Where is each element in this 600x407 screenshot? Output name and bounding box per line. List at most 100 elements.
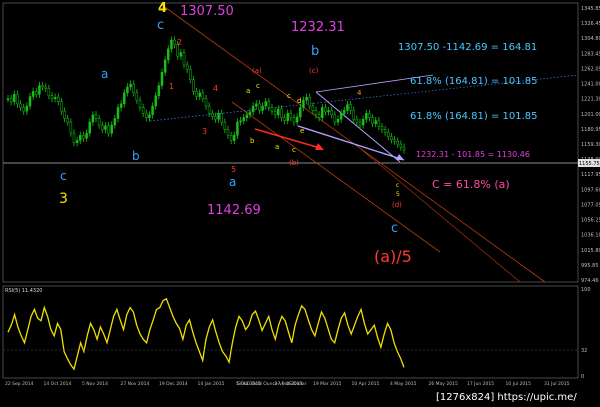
price-candle-body <box>35 91 38 95</box>
wave-label-a-left: a <box>101 67 108 81</box>
price-candle-body <box>292 117 296 123</box>
date-axis-tick: 31 Jul 2015 <box>544 381 570 387</box>
chart-background <box>0 0 600 407</box>
price-candle-body <box>38 85 41 95</box>
date-axis-tick: 5 Nov 2014 <box>82 381 108 387</box>
price-candle-body <box>339 113 343 120</box>
price-candle-body <box>374 120 377 124</box>
price-candle-body <box>25 105 29 112</box>
date-axis-tick: 10 Jul 2015 <box>506 381 532 387</box>
price-axis-tick: 1221.30 <box>581 97 600 103</box>
price-candle-body <box>151 105 154 116</box>
price-candle-body <box>132 83 135 94</box>
price-candle-body <box>261 105 264 111</box>
label-1142-69: 1142.69 <box>207 203 261 218</box>
price-candle-body <box>220 113 223 123</box>
price-axis-tick: 1304.80 <box>581 36 600 42</box>
price-candle-body <box>286 113 289 121</box>
price-candle-body <box>154 95 157 107</box>
price-candle-body <box>393 139 396 142</box>
price-candle-body <box>299 107 302 118</box>
wave-label-paren-c: (c) <box>309 67 319 75</box>
label-1232-31: 1232.31 <box>291 20 345 35</box>
wave-label-4-top: 4 <box>158 1 167 16</box>
price-candle-body <box>28 96 32 107</box>
price-candle-body <box>198 92 201 97</box>
small-label-5: 5 <box>396 191 400 198</box>
price-candle-body <box>214 116 217 120</box>
watermark: [1276x824] https://upic.me/ <box>436 392 577 403</box>
price-candle-body <box>251 105 255 113</box>
small-label-4: 4 <box>357 89 362 97</box>
price-candle-body <box>123 92 126 105</box>
current-price-tag-text: 1155.75 <box>579 161 600 167</box>
date-axis-tick: 14 Oct 2014 <box>44 381 72 387</box>
price-candle-body <box>314 110 318 116</box>
date-axis-tick: 14 Jan 2015 <box>198 381 225 387</box>
price-candle-body <box>110 124 113 134</box>
price-candle-body <box>283 117 286 121</box>
price-candle-body <box>129 83 132 88</box>
date-axis-tick: 26 May 2015 <box>429 381 458 387</box>
price-candle-body <box>97 118 101 126</box>
price-candle-body <box>355 118 359 123</box>
price-candle-body <box>289 113 293 118</box>
rsi-indicator-label: RSI(5) 11.4320 <box>5 288 42 294</box>
price-candle-body <box>182 52 186 66</box>
wave-label-3-left: 3 <box>59 191 68 207</box>
price-axis-tick: 1326.45 <box>581 21 600 27</box>
price-candle-body <box>311 105 315 111</box>
price-candle-body <box>277 108 280 116</box>
price-candle-body <box>305 96 308 101</box>
price-candle-body <box>295 116 299 123</box>
price-candle-body <box>44 86 47 89</box>
wave-label-paren-a: (a) <box>252 67 262 75</box>
price-candle-body <box>57 96 60 102</box>
small-label-d: d <box>297 97 301 105</box>
price-candle-body <box>324 107 327 113</box>
date-axis-tick: 27 Nov 2014 <box>121 381 150 387</box>
price-candle-body <box>217 113 220 120</box>
price-axis-tick: 1241.00 <box>581 82 600 88</box>
price-candle-body <box>207 105 211 114</box>
price-candle-body <box>170 39 173 50</box>
price-candle-body <box>79 135 82 141</box>
price-candle-body <box>157 85 161 97</box>
price-candle-body <box>233 135 236 141</box>
price-candle-body <box>245 114 249 118</box>
price-axis-tick: 1117.95 <box>581 172 600 178</box>
price-candle-body <box>148 114 151 118</box>
wave-label-red-2: 2 <box>177 38 182 47</box>
wave-label-paren-d: (d) <box>392 201 402 209</box>
small-label-b: b <box>250 137 255 145</box>
price-candle-body <box>211 113 214 117</box>
gold-elliott-wave-chart: 1345.85 1326.45 1304.80 1283.45 1262.05 1241.… <box>0 0 600 407</box>
wave-label-c-left: c <box>60 169 67 183</box>
price-candle-body <box>343 110 346 114</box>
price-candle-body <box>16 94 19 105</box>
price-candle-body <box>267 101 271 108</box>
price-candle-body <box>163 59 167 73</box>
date-axis-tick: 19 Mar 2015 <box>313 381 342 387</box>
price-candle-body <box>236 121 239 136</box>
price-candle-body <box>113 118 117 126</box>
price-candle-body <box>333 114 337 123</box>
price-candle-body <box>336 118 340 123</box>
price-candle-body <box>195 91 198 97</box>
price-candle-body <box>264 101 267 107</box>
wave-label-b-mid: b <box>311 44 319 59</box>
price-candle-body <box>160 72 164 86</box>
price-axis-tick: 1036.10 <box>581 233 600 239</box>
rsi-axis-32: 32 <box>581 348 587 354</box>
price-axis-tick: 1180.95 <box>581 127 600 133</box>
wave-label-c-final: c <box>391 221 398 236</box>
price-candle-body <box>75 140 79 143</box>
price-candle-body <box>365 113 368 120</box>
price-candle-body <box>85 132 88 139</box>
price-candle-body <box>47 88 51 97</box>
price-candle-body <box>390 136 393 140</box>
price-candle-body <box>270 107 274 112</box>
price-candle-body <box>72 132 76 143</box>
price-candle-body <box>321 107 324 118</box>
price-axis-tick: 1159.30 <box>581 142 600 148</box>
